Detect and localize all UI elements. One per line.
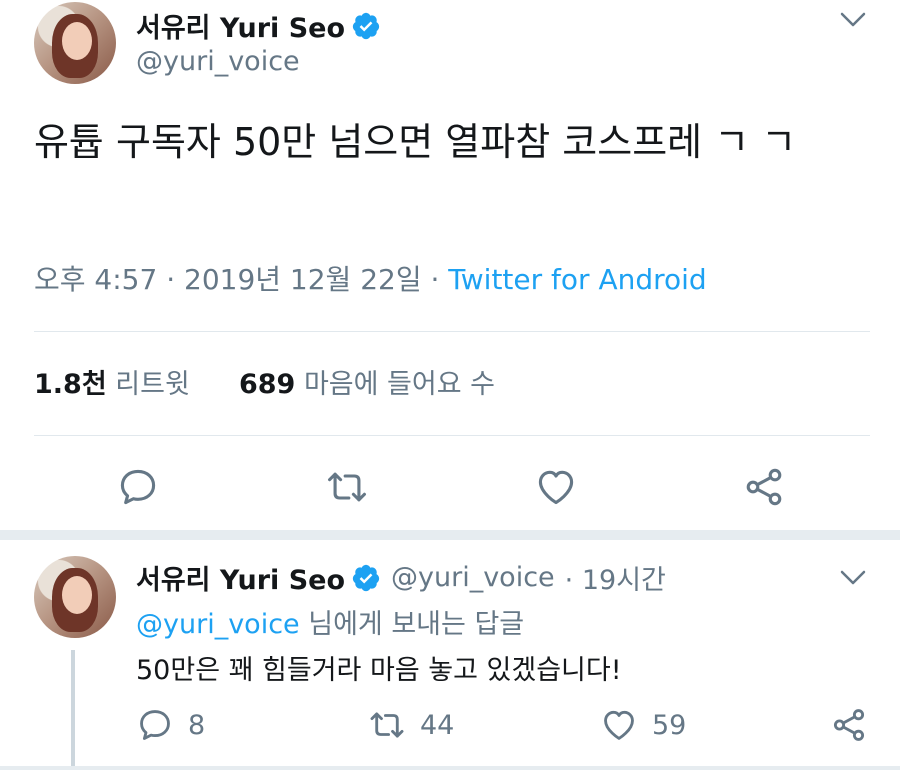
reply-action-retweet[interactable]: 44 bbox=[368, 706, 454, 744]
tweet-text: 유튭 구독자 50만 넘으면 열파참 코스프레 ㄱ ㄱ bbox=[34, 120, 797, 164]
avatar[interactable] bbox=[34, 2, 116, 84]
reply-tweet[interactable]: 서유리 Yuri Seo @yuri_voice · 19시간 @yuri_vo… bbox=[0, 540, 900, 770]
retweet-stat[interactable]: 1.8천 리트윗 bbox=[34, 369, 190, 400]
reply-text: 50만은 꽤 힘들거라 마음 놓고 있겠습니다! bbox=[136, 655, 622, 686]
avatar[interactable] bbox=[34, 556, 116, 638]
like-count: 689 bbox=[238, 369, 296, 400]
like-stat[interactable]: 689 마음에 들어요 수 bbox=[239, 369, 495, 400]
author-name-row: 서유리 Yuri Seo bbox=[136, 6, 381, 45]
chevron-down-icon[interactable] bbox=[840, 570, 866, 586]
verified-icon bbox=[352, 564, 380, 591]
retweet-icon bbox=[370, 712, 404, 738]
handle[interactable]: @yuri_voice bbox=[391, 562, 555, 593]
reply-context-suffix: 님에게 보내는 답글 bbox=[299, 609, 525, 640]
retweet-count: 44 bbox=[420, 709, 455, 741]
display-name[interactable]: 서유리 Yuri Seo bbox=[136, 558, 345, 597]
reply-action-reply[interactable]: 8 bbox=[136, 706, 205, 744]
tweet-source[interactable]: Twitter for Android bbox=[448, 263, 706, 296]
share-icon[interactable] bbox=[742, 465, 786, 509]
like-label: 마음에 들어요 수 bbox=[303, 369, 495, 400]
reply-count: 8 bbox=[188, 709, 206, 741]
tweet-meta: 오후 4:57 · 2019년 12월 22일 · Twitter for An… bbox=[34, 258, 707, 298]
reply-author-row: 서유리 Yuri Seo @yuri_voice · 19시간 bbox=[136, 558, 666, 597]
reply-context: @yuri_voice 님에게 보내는 답글 bbox=[136, 602, 524, 641]
share-icon bbox=[833, 709, 865, 741]
reply-action-like[interactable]: 59 bbox=[600, 706, 686, 744]
retweet-label: 리트윗 bbox=[115, 369, 190, 400]
display-name[interactable]: 서유리 Yuri Seo bbox=[136, 6, 345, 45]
reply-action-share[interactable] bbox=[830, 706, 868, 744]
bottom-divider bbox=[0, 766, 900, 770]
tweet-stats: 1.8천 리트윗 689 마음에 들어요 수 bbox=[34, 362, 495, 401]
chevron-down-icon[interactable] bbox=[840, 12, 866, 28]
verified-icon bbox=[352, 12, 380, 39]
divider bbox=[34, 331, 870, 332]
reply-icon bbox=[140, 710, 170, 740]
handle[interactable]: @yuri_voice bbox=[136, 46, 300, 77]
section-separator bbox=[0, 530, 900, 540]
like-icon[interactable] bbox=[534, 465, 578, 509]
like-count: 59 bbox=[652, 709, 687, 741]
retweet-count: 1.8천 bbox=[34, 369, 107, 400]
thread-line bbox=[71, 650, 75, 770]
reply-timestamp[interactable]: · 19시간 bbox=[565, 558, 666, 597]
like-icon bbox=[604, 710, 634, 740]
main-tweet: 서유리 Yuri Seo @yuri_voice 유튭 구독자 50만 넘으면 … bbox=[0, 0, 900, 533]
reply-icon[interactable] bbox=[116, 465, 160, 509]
reply-mention[interactable]: @yuri_voice bbox=[136, 609, 300, 640]
tweet-timestamp[interactable]: 오후 4:57 · 2019년 12월 22일 · bbox=[34, 263, 448, 296]
divider bbox=[34, 435, 870, 436]
retweet-icon[interactable] bbox=[325, 465, 369, 509]
